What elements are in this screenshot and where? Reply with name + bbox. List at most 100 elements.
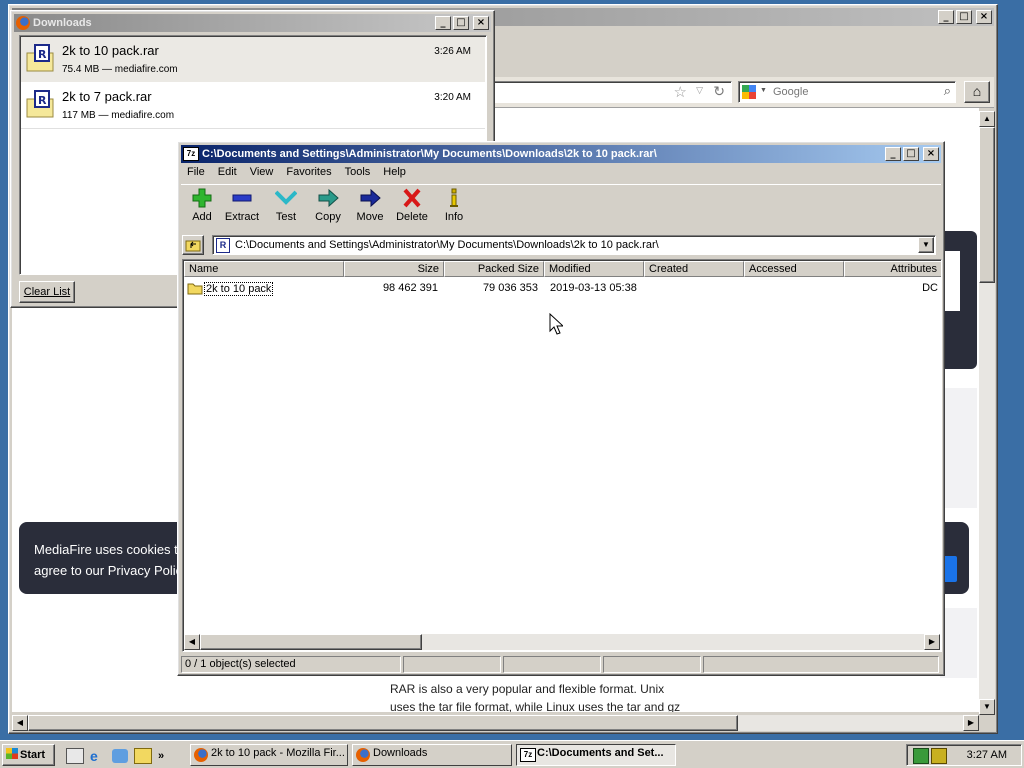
col-attributes[interactable]: Attributes xyxy=(844,261,941,277)
firefox-icon xyxy=(194,748,208,762)
extract-label: Extract xyxy=(224,211,260,223)
sevenzip-window-buttons: _ □ × xyxy=(885,147,939,161)
minimize-button[interactable]: _ xyxy=(885,147,901,161)
status-cell-4 xyxy=(603,656,701,673)
scroll-down-button[interactable]: ▼ xyxy=(979,699,995,715)
delete-icon xyxy=(403,188,421,208)
scroll-right-button[interactable]: ▶ xyxy=(963,715,979,731)
menu-file[interactable]: File xyxy=(187,166,205,182)
search-engine-dropdown-icon[interactable]: ▼ xyxy=(760,87,767,94)
scroll-right-button[interactable]: ▶ xyxy=(924,634,940,650)
col-name[interactable]: Name xyxy=(184,261,344,277)
address-combobox[interactable]: R C:\Documents and Settings\Administrato… xyxy=(212,235,936,255)
test-icon xyxy=(275,190,297,205)
taskbar-item-label: 2k to 10 pack - Mozilla Fir... xyxy=(211,747,345,759)
maximize-button[interactable]: □ xyxy=(956,10,972,24)
search-placeholder: Google xyxy=(773,86,809,98)
url-bar[interactable]: ☆ ▽ ↻ xyxy=(482,81,732,103)
scroll-left-button[interactable]: ◀ xyxy=(12,715,28,731)
downloads-titlebar[interactable]: Downloads _ □ × xyxy=(14,14,491,32)
network-icon[interactable] xyxy=(913,748,929,764)
windows-explorer-icon[interactable] xyxy=(134,748,152,764)
test-button[interactable]: Test xyxy=(265,188,307,223)
maximize-button[interactable]: □ xyxy=(903,147,919,161)
scroll-up-button[interactable]: ▲ xyxy=(979,111,995,127)
search-bar[interactable]: ▼ Google ⌕ xyxy=(738,81,956,103)
rar-file-icon: R xyxy=(26,44,54,72)
menu-edit[interactable]: Edit xyxy=(218,166,237,182)
article-line1: RAR is also a very popular and flexible … xyxy=(390,682,665,696)
extract-icon xyxy=(232,194,252,202)
taskbar-item-7zip[interactable]: 7z C:\Documents and Set... xyxy=(516,744,676,766)
firefox-hscroll[interactable]: ◀ ▶ xyxy=(12,715,979,731)
clear-list-button[interactable]: Clear List xyxy=(19,281,75,303)
close-button[interactable]: × xyxy=(473,16,489,30)
menu-help[interactable]: Help xyxy=(383,166,406,182)
reload-icon[interactable]: ↻ xyxy=(713,83,725,100)
svg-text:R: R xyxy=(38,94,47,107)
sevenzip-app-icon: 7z xyxy=(183,147,199,161)
close-button[interactable]: × xyxy=(923,147,939,161)
minimize-button[interactable]: _ xyxy=(435,16,451,30)
firefox-window-buttons: _ □ × xyxy=(938,10,992,24)
sevenzip-titlebar[interactable]: 7z C:\Documents and Settings\Administrat… xyxy=(181,145,941,163)
hscroll-thumb[interactable] xyxy=(200,634,422,650)
home-button[interactable]: ⌂ xyxy=(964,81,990,103)
download-name: 2k to 7 pack.rar xyxy=(62,89,152,104)
scroll-left-button[interactable]: ◀ xyxy=(184,634,200,650)
delete-button[interactable]: Delete xyxy=(391,188,433,223)
copy-button[interactable]: Copy xyxy=(307,188,349,223)
download-item[interactable]: R 2k to 10 pack.rar 75.4 MB — mediafire.… xyxy=(21,37,485,82)
info-label: Info xyxy=(444,211,464,223)
folder-icon xyxy=(187,283,203,295)
extract-button[interactable]: Extract xyxy=(221,188,263,223)
up-folder-button[interactable] xyxy=(182,235,204,255)
security-icon[interactable] xyxy=(931,748,947,764)
col-accessed[interactable]: Accessed xyxy=(744,261,844,277)
col-modified[interactable]: Modified xyxy=(544,261,644,277)
taskbar-item-downloads[interactable]: Downloads xyxy=(352,744,512,766)
address-dropdown-button[interactable]: ▼ xyxy=(918,237,934,253)
quick-launch: e » xyxy=(66,747,184,765)
menu-bar: File Edit View Favorites Tools Help xyxy=(187,166,419,182)
copy-icon xyxy=(318,188,339,208)
scroll-thumb[interactable] xyxy=(979,127,995,283)
menu-tools[interactable]: Tools xyxy=(345,166,371,182)
article-line2: uses the tar file format, while Linux us… xyxy=(390,700,681,712)
google-icon xyxy=(742,85,756,99)
dropdown-arrow-icon[interactable]: ▽ xyxy=(696,85,703,96)
show-desktop-icon[interactable] xyxy=(66,748,84,764)
col-created[interactable]: Created xyxy=(644,261,744,277)
add-button[interactable]: Add xyxy=(181,188,223,223)
add-label: Add xyxy=(192,211,212,223)
firefox-vscroll[interactable]: ▲ ▼ xyxy=(979,111,995,715)
menu-favorites[interactable]: Favorites xyxy=(286,166,331,182)
downloads-title: Downloads xyxy=(33,17,92,29)
taskbar-item-firefox[interactable]: 2k to 10 pack - Mozilla Fir... xyxy=(190,744,348,766)
taskbar-item-label: C:\Documents and Set... xyxy=(537,747,664,759)
search-icon[interactable]: ⌕ xyxy=(944,83,951,99)
info-button[interactable]: Info xyxy=(433,188,475,223)
bookmark-star-icon[interactable]: ☆ xyxy=(674,83,687,101)
table-row[interactable]: 2k to 10 pack 98 462 391 79 036 353 2019… xyxy=(184,281,941,297)
download-item[interactable]: R 2k to 7 pack.rar 117 MB — mediafire.co… xyxy=(21,83,485,129)
menu-view[interactable]: View xyxy=(250,166,274,182)
maximize-button[interactable]: □ xyxy=(453,16,469,30)
hscroll-thumb[interactable] xyxy=(28,715,738,731)
minimize-button[interactable]: _ xyxy=(938,10,954,24)
col-packed-size[interactable]: Packed Size xyxy=(444,261,544,277)
page-gray-block xyxy=(940,388,977,508)
page-gray-block-2 xyxy=(940,608,977,678)
col-size[interactable]: Size xyxy=(344,261,444,277)
status-bar: 0 / 1 object(s) selected xyxy=(181,656,941,673)
more-chevron-icon[interactable]: » xyxy=(158,750,164,762)
internet-explorer-icon[interactable]: e xyxy=(90,748,106,764)
start-label: Start xyxy=(20,749,46,761)
move-button[interactable]: Move xyxy=(349,188,391,223)
copy-label: Copy xyxy=(315,211,341,223)
outlook-express-icon[interactable] xyxy=(112,749,128,763)
start-button[interactable]: Start xyxy=(2,744,55,766)
file-list-hscroll[interactable]: ◀ ▶ xyxy=(184,634,940,650)
close-button[interactable]: × xyxy=(976,10,992,24)
taskbar: Start e » 2k to 10 pack - Mozilla Fir...… xyxy=(0,740,1024,768)
